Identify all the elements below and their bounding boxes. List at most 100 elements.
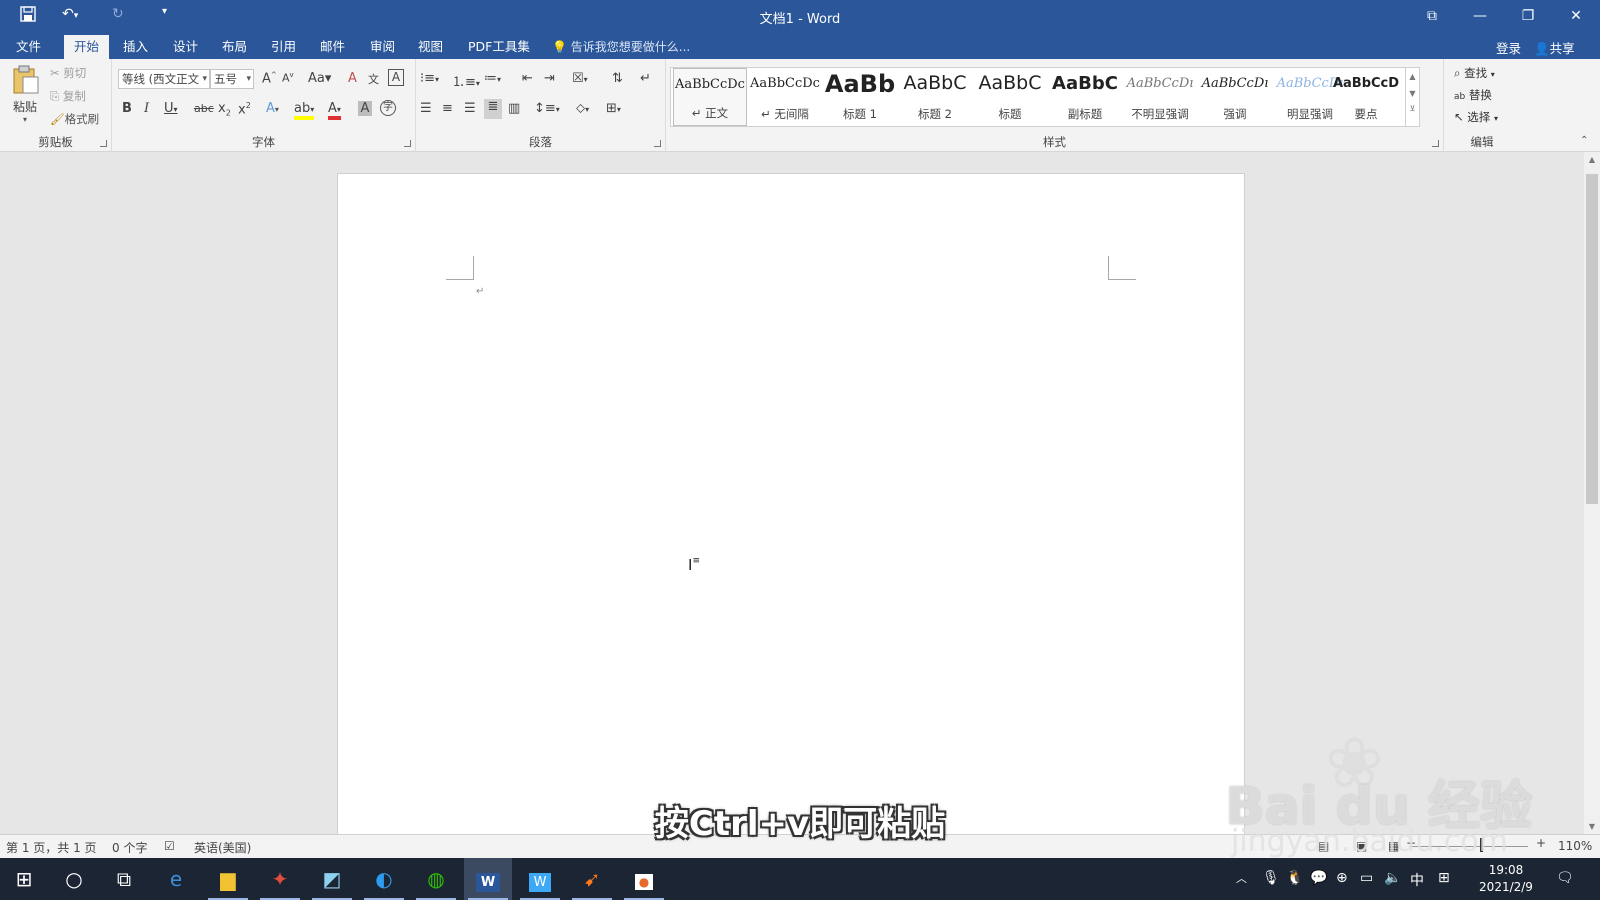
chevron-up-icon[interactable]: ▲ bbox=[1406, 72, 1419, 81]
style-heading-2[interactable]: AaBbC 标题 2 bbox=[898, 68, 972, 126]
collapse-ribbon-icon[interactable]: ⌃ bbox=[1580, 135, 1588, 146]
scroll-up-icon[interactable]: ▲ bbox=[1584, 155, 1600, 164]
copy-button[interactable]: ⎘ 复制 bbox=[50, 88, 86, 104]
styles-gallery-scroll[interactable]: ▲ ▼ ⊻ bbox=[1405, 68, 1419, 126]
chevron-down-icon[interactable]: ▼ bbox=[1406, 89, 1419, 98]
browser-icon[interactable]: ◐ bbox=[360, 858, 408, 900]
shading-icon[interactable]: ⬦▾ bbox=[576, 101, 589, 116]
notes-app-icon[interactable]: ◩ bbox=[308, 858, 356, 900]
paste-button[interactable]: 粘贴 ▾ bbox=[8, 63, 42, 127]
font-name-select[interactable]: 等线 (西文正文 ▾ bbox=[118, 69, 210, 89]
edge-icon[interactable]: e bbox=[152, 858, 200, 900]
style-normal[interactable]: AaBbCcDc ↵ 正文 bbox=[673, 68, 747, 126]
style-heading-1[interactable]: AaBb 标题 1 bbox=[823, 68, 897, 126]
align-center-icon[interactable]: ≡ bbox=[442, 101, 453, 116]
login-link[interactable]: 登录 bbox=[1496, 38, 1521, 57]
style-emphasis[interactable]: AaBbCcDı 强调 bbox=[1198, 68, 1272, 126]
zoom-slider[interactable] bbox=[1410, 846, 1528, 847]
app-icon-red[interactable]: ✦ bbox=[256, 858, 304, 900]
wechat-icon[interactable]: ◍ bbox=[412, 858, 460, 900]
style-subtitle[interactable]: AaBbC 副标题 bbox=[1048, 68, 1122, 126]
wechat-tray-icon[interactable]: 💬 bbox=[1310, 870, 1327, 886]
line-spacing-icon[interactable]: ↕≡▾ bbox=[534, 101, 560, 116]
multilevel-list-icon[interactable]: ≔▾ bbox=[484, 71, 501, 86]
notifications-icon[interactable]: 🗨 bbox=[1556, 870, 1574, 886]
battery-icon[interactable]: ▭ bbox=[1360, 870, 1373, 886]
font-dialog-launcher[interactable] bbox=[404, 140, 411, 147]
qq-icon[interactable]: 🐧 bbox=[1286, 870, 1303, 886]
subscript-icon[interactable]: x2 bbox=[218, 101, 231, 118]
superscript-icon[interactable]: x2 bbox=[238, 101, 251, 117]
select-button[interactable]: ↖ 选择 ▾ bbox=[1454, 109, 1498, 125]
tab-file[interactable]: 文件 bbox=[6, 35, 51, 59]
character-border-icon[interactable]: A bbox=[388, 69, 404, 86]
system-clock[interactable]: 19:08 2021/2/9 bbox=[1474, 862, 1538, 896]
tell-me-box[interactable]: 💡 告诉我您想要做什么... bbox=[552, 38, 690, 55]
show-hidden-icons[interactable]: ︿ bbox=[1236, 870, 1247, 886]
style-subtle-emphasis[interactable]: AaBbCcDı 不明显强调 bbox=[1123, 68, 1197, 126]
find-button[interactable]: ⌕ 查找 ▾ bbox=[1454, 65, 1495, 81]
app-icon-orange[interactable]: ➹ bbox=[568, 858, 616, 900]
paste-dropdown-icon[interactable]: ▾ bbox=[8, 115, 42, 124]
align-left-icon[interactable]: ☰ bbox=[420, 101, 432, 116]
tab-pdf-tools[interactable]: PDF工具集 bbox=[458, 35, 540, 59]
windows-start-icon[interactable]: ⊞ bbox=[0, 858, 48, 900]
enclose-characters-icon[interactable]: 字 bbox=[380, 100, 396, 116]
tab-home[interactable]: 开始 bbox=[64, 35, 110, 59]
expand-gallery-icon[interactable]: ⊻ bbox=[1406, 104, 1419, 113]
italic-icon[interactable]: I bbox=[144, 101, 149, 116]
tab-view[interactable]: 视图 bbox=[408, 35, 453, 59]
text-effects-icon[interactable]: A▾ bbox=[266, 101, 279, 116]
ime-indicator[interactable]: 中 bbox=[1410, 870, 1424, 890]
underline-icon[interactable]: U▾ bbox=[164, 101, 178, 116]
tab-mailings[interactable]: 邮件 bbox=[310, 35, 355, 59]
scrollbar-thumb[interactable] bbox=[1586, 174, 1598, 504]
align-right-icon[interactable]: ☰ bbox=[464, 101, 476, 116]
justify-icon[interactable]: ≣ bbox=[484, 99, 502, 119]
tab-references[interactable]: 引用 bbox=[261, 35, 306, 59]
sort-icon[interactable]: ⇅ bbox=[612, 71, 623, 86]
wps-icon[interactable]: W bbox=[516, 858, 564, 900]
bullets-icon[interactable]: ⁝≡▾ bbox=[420, 71, 439, 86]
tab-insert[interactable]: 插入 bbox=[113, 35, 158, 59]
replace-button[interactable]: ab 替换 bbox=[1454, 87, 1492, 103]
network-icon[interactable]: ⊕ bbox=[1336, 870, 1348, 886]
style-strong[interactable]: AaBbCcD 要点 bbox=[1329, 68, 1403, 126]
restore-icon[interactable]: ❐ bbox=[1512, 4, 1544, 28]
cut-button[interactable]: ✂ 剪切 bbox=[50, 65, 86, 81]
document-page[interactable]: ↵ I≡ bbox=[337, 173, 1245, 834]
ime-mode-icon[interactable]: ⊞ bbox=[1438, 870, 1450, 886]
search-icon[interactable]: ○ bbox=[50, 858, 98, 900]
microphone-icon[interactable]: 🎙 bbox=[1262, 870, 1280, 886]
change-case-icon[interactable]: Aa▾ bbox=[308, 71, 331, 86]
show-formatting-marks-icon[interactable]: ↵ bbox=[640, 71, 651, 86]
close-icon[interactable]: ✕ bbox=[1560, 4, 1592, 28]
numbering-icon[interactable]: ⒈≡▾ bbox=[452, 71, 480, 90]
clear-formatting-icon[interactable]: A bbox=[348, 71, 357, 86]
style-title[interactable]: AaBbC 标题 bbox=[973, 68, 1047, 126]
minimize-icon[interactable]: — bbox=[1464, 4, 1496, 28]
tab-layout[interactable]: 布局 bbox=[212, 35, 257, 59]
file-explorer-icon[interactable]: ▆ bbox=[204, 858, 252, 900]
paragraph-dialog-launcher[interactable] bbox=[654, 140, 661, 147]
format-painter-button[interactable]: 🖌格式刷 bbox=[50, 111, 99, 127]
phonetic-guide-icon[interactable]: 文 bbox=[368, 71, 379, 87]
borders-icon[interactable]: ⊞▾ bbox=[606, 101, 621, 116]
slides-app-icon[interactable]: ● bbox=[620, 858, 668, 900]
styles-dialog-launcher[interactable] bbox=[1432, 140, 1439, 147]
grow-font-icon[interactable]: A^ bbox=[262, 71, 277, 86]
shrink-font-icon[interactable]: Av bbox=[282, 71, 294, 85]
vertical-scrollbar[interactable]: ▲ ▼ bbox=[1584, 152, 1600, 834]
volume-icon[interactable]: 🔈 bbox=[1384, 870, 1401, 886]
tab-review[interactable]: 审阅 bbox=[360, 35, 405, 59]
strikethrough-icon[interactable]: abc bbox=[194, 102, 214, 115]
increase-indent-icon[interactable]: ⇥ bbox=[544, 71, 555, 86]
chinese-layout-icon[interactable]: ☒▾ bbox=[572, 71, 588, 86]
tab-design[interactable]: 设计 bbox=[163, 35, 208, 59]
ribbon-display-options-icon[interactable]: ⧉ bbox=[1416, 4, 1448, 28]
character-shading-icon[interactable]: A bbox=[358, 101, 372, 116]
style-no-spacing[interactable]: AaBbCcDc ↵ 无间隔 bbox=[748, 68, 822, 126]
font-color-icon[interactable]: A▾ bbox=[328, 101, 341, 120]
distributed-icon[interactable]: ▥ bbox=[508, 101, 520, 116]
highlight-color-icon[interactable]: ab▾ bbox=[294, 101, 315, 120]
